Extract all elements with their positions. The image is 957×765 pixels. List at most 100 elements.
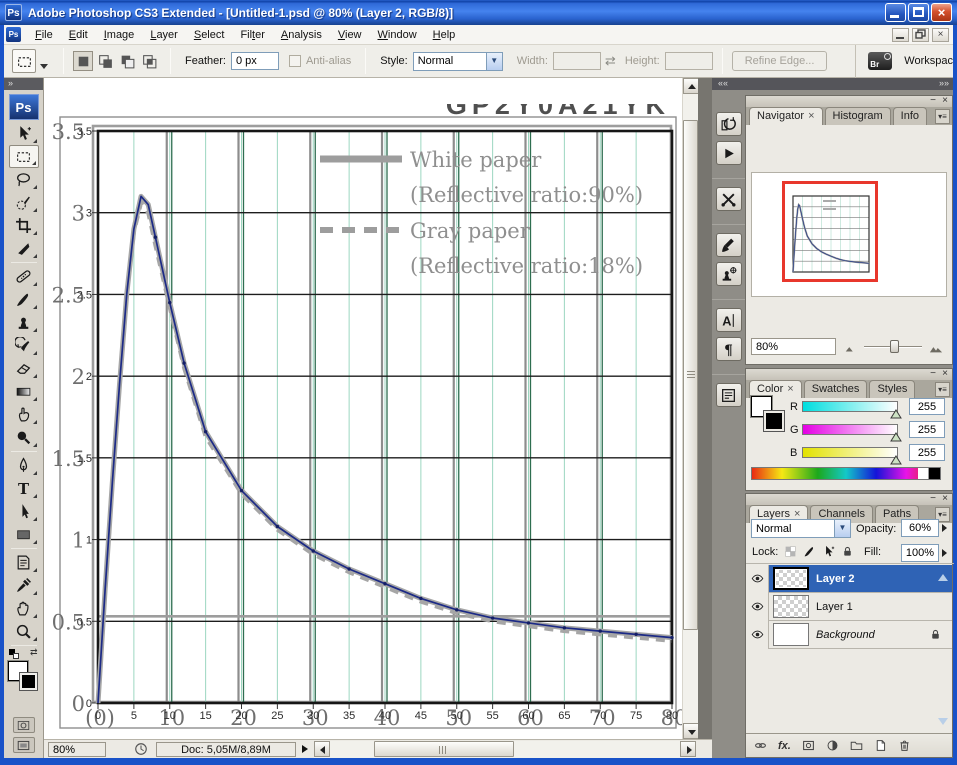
menu-filter[interactable]: Filter <box>232 26 272 44</box>
actions-panel-button[interactable] <box>716 141 742 165</box>
channel-B-slider-thumb[interactable] <box>890 455 902 465</box>
new-layer-icon[interactable] <box>874 739 887 752</box>
status-zoom-input[interactable] <box>48 742 106 757</box>
panel-minimize-icon[interactable]: − <box>930 494 936 504</box>
vertical-scrollbar[interactable] <box>682 78 698 739</box>
menu-select[interactable]: Select <box>186 26 233 44</box>
document-restore-button[interactable] <box>912 28 929 42</box>
opacity-spinner-icon[interactable] <box>942 524 947 532</box>
panel-close-icon[interactable]: × <box>942 369 948 379</box>
menu-window[interactable]: Window <box>370 26 425 44</box>
subtract-from-selection-button[interactable] <box>117 51 137 71</box>
layer-comps-panel-button[interactable] <box>716 383 742 407</box>
screen-mode-button[interactable] <box>13 737 35 753</box>
clone-stamp-tool[interactable] <box>9 311 39 334</box>
document-size-readout[interactable]: Doc: 5,05M/8,89M <box>156 742 296 757</box>
menu-file[interactable]: File <box>27 26 61 44</box>
horizontal-scrollbar[interactable] <box>314 741 696 758</box>
slice-tool[interactable] <box>9 237 39 260</box>
channel-R-slider[interactable] <box>802 401 898 412</box>
brushes-panel-button[interactable] <box>716 233 742 257</box>
type-tool[interactable] <box>9 477 39 500</box>
pen-tool[interactable] <box>9 454 39 477</box>
blend-mode-select[interactable]: Normal ▼ <box>751 519 851 538</box>
zoom-tool[interactable] <box>9 620 39 643</box>
panel-menu-icon[interactable]: ▾≡ <box>935 382 950 397</box>
tool-preset-dropdown-arrow[interactable] <box>40 64 48 69</box>
bridge-button[interactable]: Br <box>868 52 892 70</box>
fill-input[interactable] <box>901 544 939 562</box>
tab-info[interactable]: Info <box>893 107 927 125</box>
tab-swatches[interactable]: Swatches <box>804 380 868 398</box>
move-tool[interactable] <box>9 122 39 145</box>
scroll-down-button[interactable] <box>683 723 699 739</box>
lock-all-icon[interactable] <box>841 545 854 558</box>
scroll-up-button[interactable] <box>683 78 699 94</box>
hand-tool[interactable] <box>9 597 39 620</box>
channel-B-value[interactable] <box>909 444 945 461</box>
tab-navigator[interactable]: Navigator× <box>749 107 823 125</box>
window-minimize-button[interactable] <box>885 3 906 22</box>
menu-view[interactable]: View <box>330 26 370 44</box>
canvas[interactable]: White paper(Reflective ratio:90%)Gray pa… <box>44 78 682 739</box>
version-cue-icon[interactable] <box>134 742 148 756</box>
layers-scroll-down-icon[interactable] <box>938 718 948 725</box>
menu-analysis[interactable]: Analysis <box>273 26 330 44</box>
anti-alias-checkbox[interactable] <box>289 55 301 67</box>
window-close-button[interactable]: × <box>931 3 952 22</box>
status-menu-arrow-icon[interactable] <box>302 745 308 753</box>
window-maximize-button[interactable] <box>908 3 929 22</box>
navigator-proxy-preview[interactable] <box>751 172 947 297</box>
tab-histogram[interactable]: Histogram <box>825 107 891 125</box>
layers-scroll-up-icon[interactable] <box>938 574 948 581</box>
channel-G-value[interactable] <box>909 421 945 438</box>
menu-layer[interactable]: Layer <box>142 26 186 44</box>
crop-tool[interactable] <box>9 214 39 237</box>
navigator-zoom-input[interactable] <box>751 338 836 355</box>
collapse-dock-icon[interactable]: «« <box>718 78 728 89</box>
horizontal-scroll-track[interactable] <box>330 741 680 757</box>
panel-close-icon[interactable]: × <box>942 494 948 504</box>
rectangular-marquee-tool[interactable] <box>9 145 39 168</box>
layer-thumbnail[interactable] <box>773 567 809 590</box>
opacity-input[interactable] <box>901 519 939 537</box>
brush-tool[interactable] <box>9 288 39 311</box>
link-layers-icon[interactable] <box>754 739 767 752</box>
panel-minimize-icon[interactable]: − <box>930 369 936 379</box>
add-layer-mask-icon[interactable] <box>802 739 815 752</box>
history-brush-tool[interactable] <box>9 334 39 357</box>
panel-close-icon[interactable]: × <box>942 96 948 106</box>
menu-edit[interactable]: Edit <box>61 26 96 44</box>
navigator-view-box[interactable] <box>782 181 878 282</box>
tab-close-icon[interactable]: × <box>787 383 793 395</box>
chevron-down-icon[interactable]: ▼ <box>486 53 502 70</box>
tab-close-icon[interactable]: × <box>808 110 814 122</box>
eyedropper-tool[interactable] <box>9 574 39 597</box>
scroll-right-button[interactable] <box>680 741 696 757</box>
menu-help[interactable]: Help <box>425 26 464 44</box>
layer-thumbnail[interactable] <box>773 595 809 618</box>
swap-colors-icon[interactable]: ⇄ <box>30 647 38 658</box>
eraser-tool[interactable] <box>9 357 39 380</box>
adjustment-layer-icon[interactable] <box>826 739 839 752</box>
layer-row-background[interactable]: Background <box>746 621 952 649</box>
background-color-swatch[interactable] <box>20 673 37 690</box>
feather-input[interactable] <box>231 52 279 70</box>
vertical-scroll-thumb[interactable] <box>683 120 698 630</box>
dock-header[interactable]: ««»» <box>712 78 953 90</box>
panel-menu-icon[interactable]: ▾≡ <box>935 109 950 124</box>
horizontal-scroll-thumb[interactable] <box>374 741 514 757</box>
color-spectrum-ramp[interactable] <box>751 467 941 480</box>
channel-R-value[interactable] <box>909 398 945 415</box>
channel-R-slider-thumb[interactable] <box>890 409 902 419</box>
quick-mask-button[interactable] <box>13 717 35 733</box>
delete-layer-icon[interactable] <box>898 739 911 752</box>
black-swatch[interactable] <box>929 468 940 479</box>
refine-edge-button[interactable]: Refine Edge... <box>732 51 828 71</box>
channel-G-slider[interactable] <box>802 424 898 435</box>
layer-style-icon[interactable]: fx. <box>778 740 791 752</box>
layer-visibility-toggle[interactable] <box>746 593 769 621</box>
lock-position-icon[interactable] <box>822 545 835 558</box>
lock-pixels-icon[interactable] <box>803 545 816 558</box>
tool-presets-panel-button[interactable] <box>716 187 742 211</box>
